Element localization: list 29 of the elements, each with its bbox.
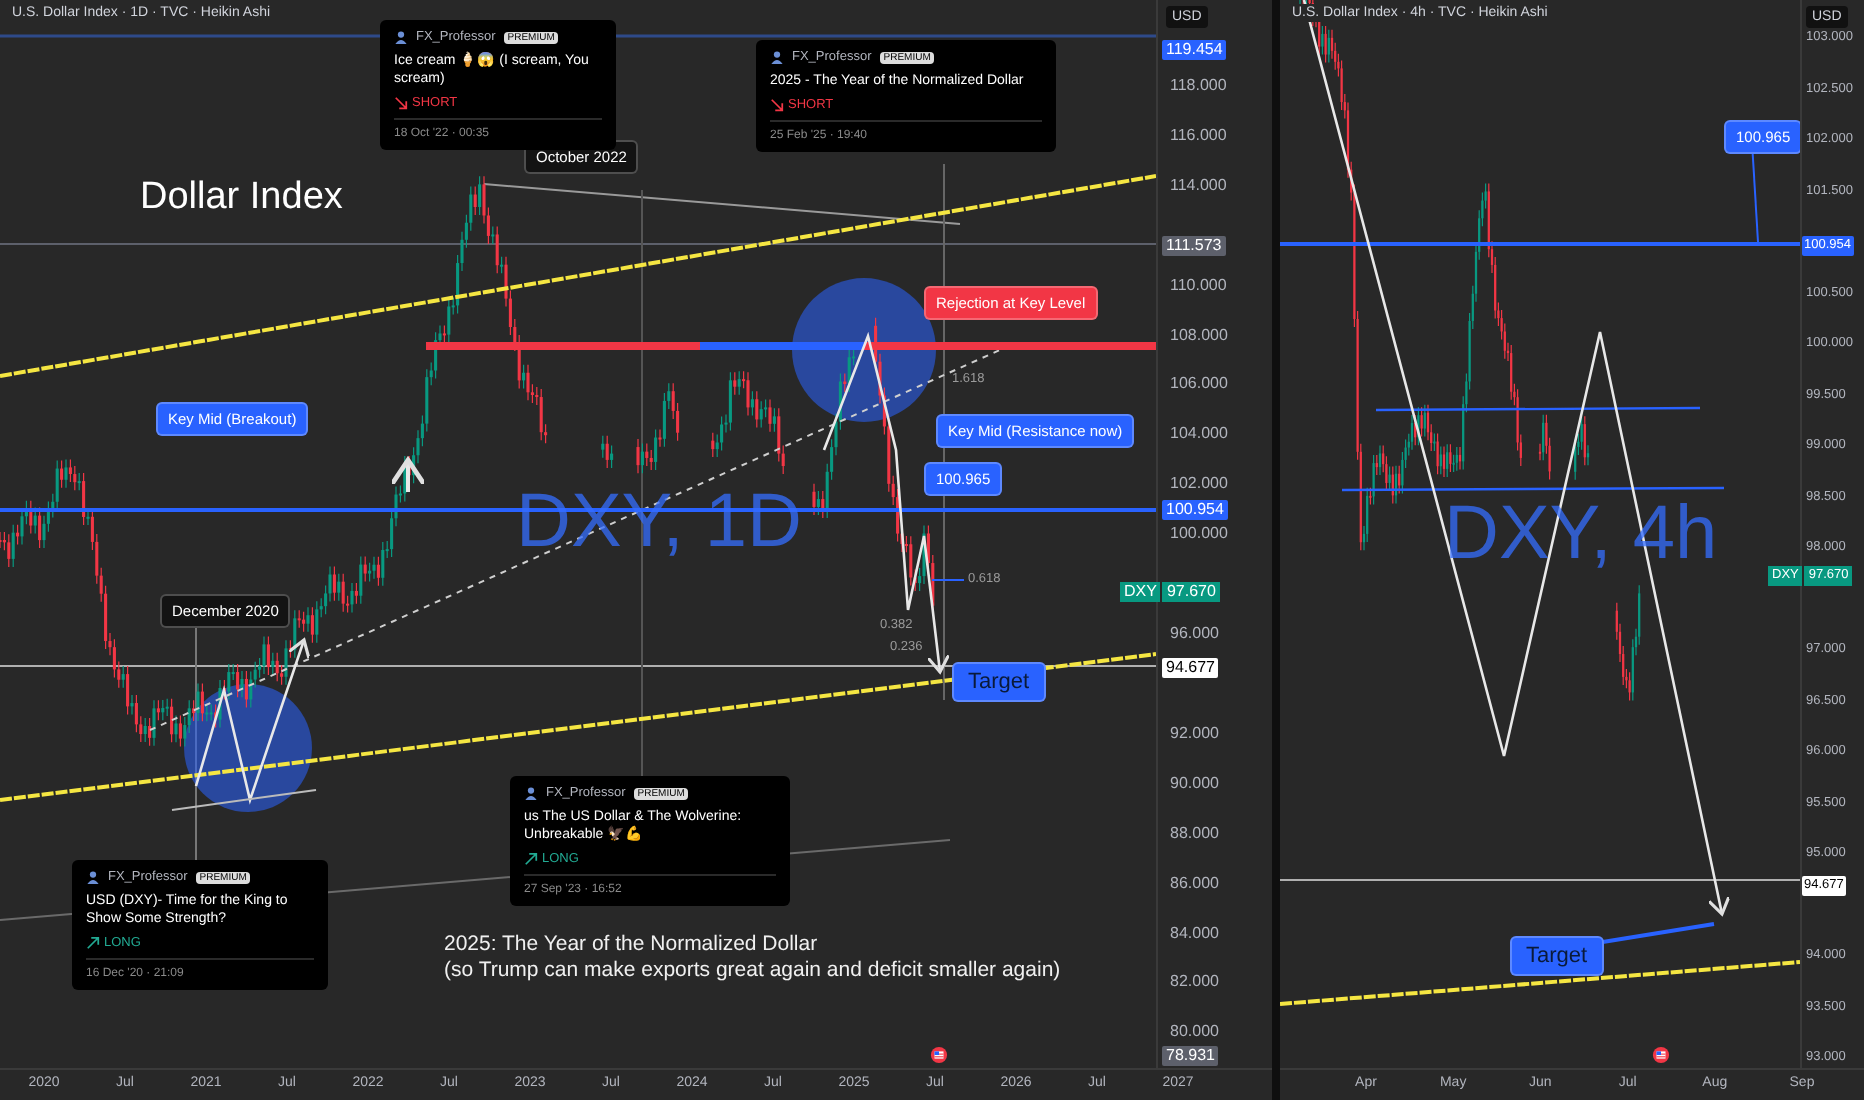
chart-heading: Dollar Index [140, 176, 343, 220]
price-tag: 111.573 [1162, 236, 1226, 256]
price-tick-label: 88.000 [1170, 823, 1219, 844]
price-tick-label: 116.000 [1170, 125, 1227, 146]
price-tag: 100.954 [1162, 500, 1228, 521]
price-tick-label: 118.000 [1170, 75, 1227, 96]
price-tick-label: 110.000 [1170, 275, 1227, 296]
price-tag: 119.454 [1162, 39, 1227, 60]
price-tick-label: 108.000 [1170, 325, 1228, 346]
symbol-tag: DXY [1120, 582, 1161, 602]
price-tag: 94.677 [1162, 657, 1219, 678]
price-tick-label: 92.000 [1170, 723, 1219, 744]
price-tick-label: 84.000 [1170, 923, 1219, 944]
price-tick-label: 106.000 [1170, 374, 1228, 395]
price-tag: 78.931 [1162, 1046, 1219, 1066]
price-tick-label: 114.000 [1170, 175, 1227, 196]
callout-label: Target [952, 662, 1046, 702]
price-tick-label: 86.000 [1170, 873, 1219, 894]
callout-label: Target [1510, 936, 1604, 976]
annotation-text: (so Trump can make exports great again and deficit smaller again) [444, 958, 1061, 984]
price-tick-label: 104.000 [1170, 424, 1228, 445]
price-tick-label: 80.000 [1170, 1022, 1219, 1043]
price-tick-label: 102.000 [1170, 474, 1228, 495]
last-price-tag: 97.670 [1162, 582, 1220, 602]
price-tick-label: 90.000 [1170, 773, 1219, 794]
price-tick-label: 100.000 [1170, 524, 1228, 545]
annotation-text: 2025: The Year of the Normalized Dollar [444, 932, 820, 958]
price-tick-label: 82.000 [1170, 972, 1219, 993]
price-tick-label: 96.000 [1170, 624, 1219, 645]
